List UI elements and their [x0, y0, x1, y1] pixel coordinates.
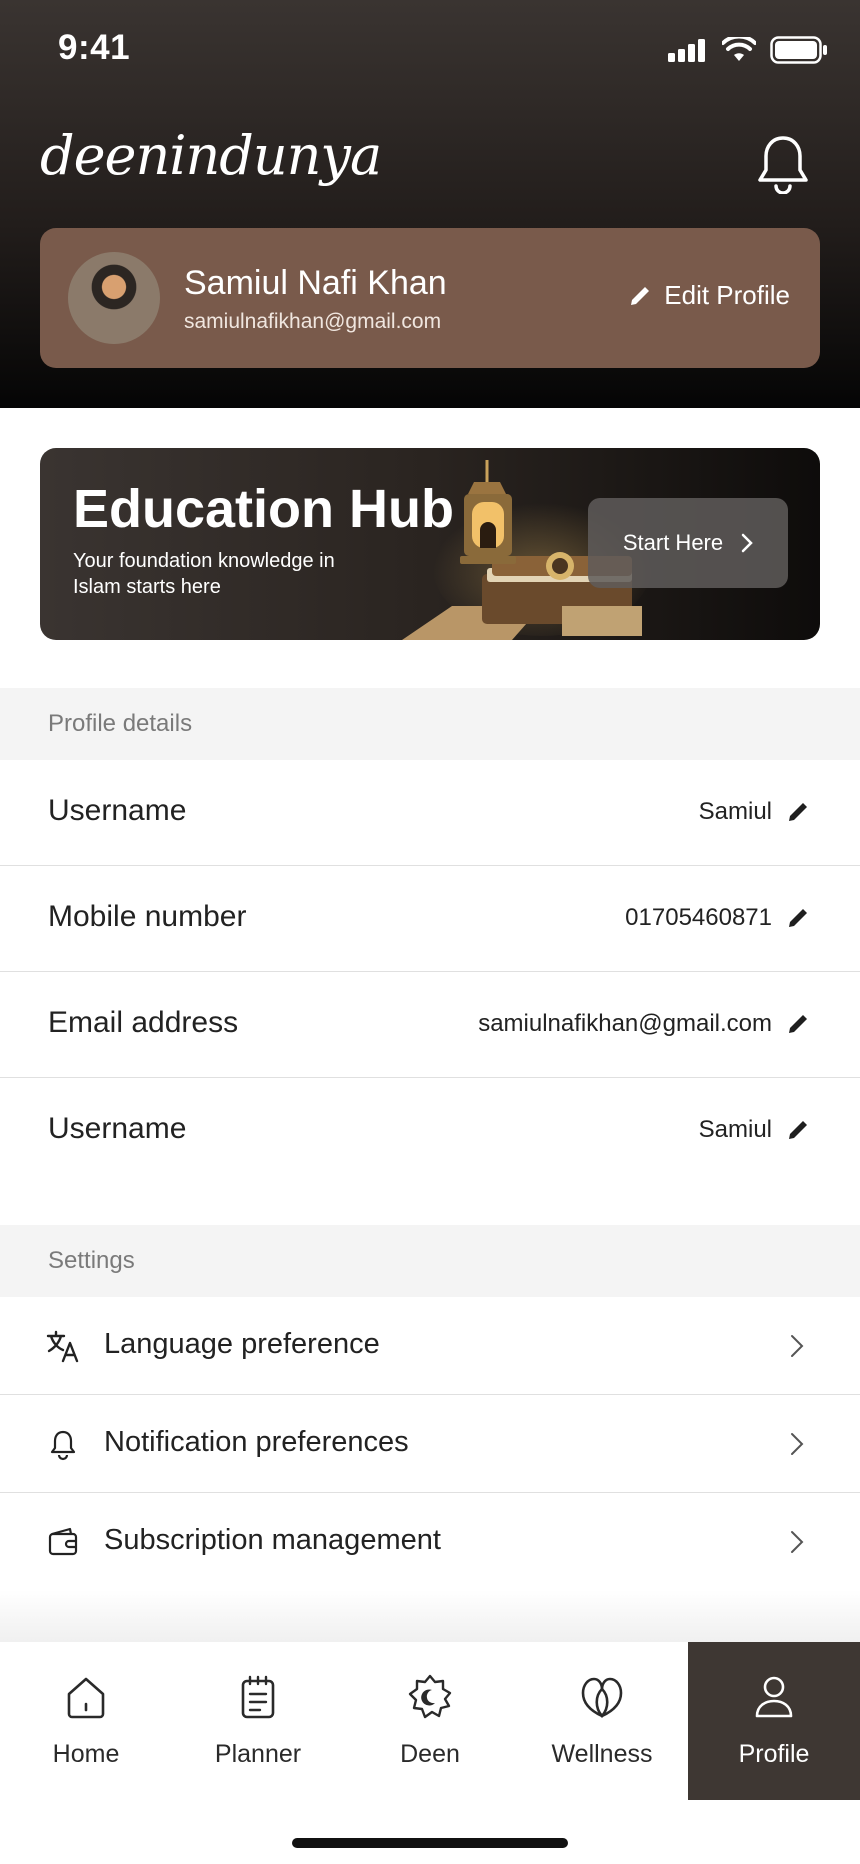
translate-icon — [46, 1330, 79, 1363]
detail-row-username[interactable]: Username Samiul — [0, 760, 860, 866]
pencil-icon[interactable] — [786, 1118, 810, 1142]
home-icon — [67, 1677, 105, 1719]
profile-email: samiulnafikhan@gmail.com — [184, 310, 442, 333]
settings-item-label: Language preference — [104, 1328, 380, 1360]
chevron-right-icon — [791, 1335, 804, 1357]
settings-item-label: Subscription management — [104, 1524, 441, 1556]
settings-heading: Settings — [48, 1247, 135, 1274]
avatar — [68, 252, 160, 344]
chevron-right-icon — [791, 1433, 804, 1455]
profile-icon — [755, 1676, 793, 1718]
deen-icon — [408, 1674, 452, 1719]
nav-item-deen[interactable]: Deen — [344, 1642, 516, 1800]
nav-item-wellness[interactable]: Wellness — [516, 1642, 688, 1800]
home-indicator[interactable] — [292, 1838, 568, 1848]
chevron-right-icon — [741, 533, 753, 553]
bell-icon — [758, 136, 808, 195]
detail-row-email[interactable]: Email address samiulnafikhan@gmail.com — [0, 972, 860, 1078]
status-time: 9:41 — [58, 28, 131, 67]
signal-icon — [668, 39, 705, 62]
detail-value: Samiul — [698, 798, 772, 825]
profile-header: 9:41 deenindunya Samiul Nafi Khan samiul… — [0, 0, 860, 408]
wellness-icon — [581, 1677, 623, 1718]
chevron-right-icon — [791, 1531, 804, 1553]
edit-profile-button[interactable]: Edit Profile — [628, 280, 790, 311]
nav-item-planner[interactable]: Planner — [172, 1642, 344, 1800]
edit-profile-label: Edit Profile — [664, 280, 790, 310]
settings-header: Settings — [0, 1225, 860, 1297]
pencil-icon[interactable] — [786, 906, 810, 930]
start-here-button[interactable]: Start Here — [588, 498, 788, 588]
detail-label: Mobile number — [48, 900, 247, 933]
nav-label: Wellness — [551, 1740, 653, 1768]
nav-shadow — [0, 1590, 860, 1642]
nav-label: Home — [52, 1740, 120, 1768]
nav-label: Planner — [214, 1740, 302, 1768]
battery-icon — [770, 36, 827, 64]
profile-card: Samiul Nafi Khan samiulnafikhan@gmail.co… — [40, 228, 820, 368]
detail-value: samiulnafikhan@gmail.com — [478, 1010, 772, 1037]
planner-icon — [241, 1675, 275, 1719]
wallet-icon — [48, 1527, 78, 1556]
status-icons — [668, 36, 828, 64]
pencil-icon[interactable] — [786, 800, 810, 824]
nav-item-profile[interactable]: Profile — [688, 1642, 860, 1800]
settings-item-label: Notification preferences — [104, 1426, 409, 1458]
settings-item-language[interactable]: Language preference — [0, 1297, 860, 1395]
notifications-button[interactable] — [756, 134, 810, 195]
profile-name: Samiul Nafi Khan — [184, 264, 447, 302]
profile-details-header: Profile details — [0, 688, 860, 760]
detail-label: Email address — [48, 1006, 239, 1039]
start-here-label: Start Here — [622, 530, 724, 555]
settings-item-notifications[interactable]: Notification preferences — [0, 1395, 860, 1493]
detail-label: Username — [48, 1112, 187, 1145]
nav-item-home[interactable]: Home — [0, 1642, 172, 1800]
detail-label: Username — [48, 794, 187, 827]
bottom-navigation: Home Planner Deen Wellness Profile — [0, 1642, 860, 1800]
pencil-icon — [631, 286, 650, 305]
nav-label: Deen — [400, 1740, 460, 1768]
nav-label: Profile — [738, 1740, 810, 1768]
detail-value: Samiul — [698, 1116, 772, 1143]
app-logo: deenindunya — [40, 124, 382, 187]
detail-row-mobile[interactable]: Mobile number 01705460871 — [0, 866, 860, 972]
wifi-icon — [722, 37, 756, 61]
status-bar: 9:41 — [0, 0, 860, 100]
bell-icon — [50, 1430, 76, 1461]
settings-item-subscription[interactable]: Subscription management — [0, 1493, 860, 1591]
profile-details-heading: Profile details — [48, 710, 193, 737]
education-hub-subtitle: Your foundation knowledge in Islam start… — [73, 550, 335, 598]
pencil-icon[interactable] — [786, 1012, 810, 1036]
detail-value: 01705460871 — [625, 904, 772, 931]
detail-row-username-2[interactable]: Username Samiul — [0, 1078, 860, 1184]
education-hub-banner[interactable]: Education Hub Your foundation knowledge … — [40, 448, 820, 640]
